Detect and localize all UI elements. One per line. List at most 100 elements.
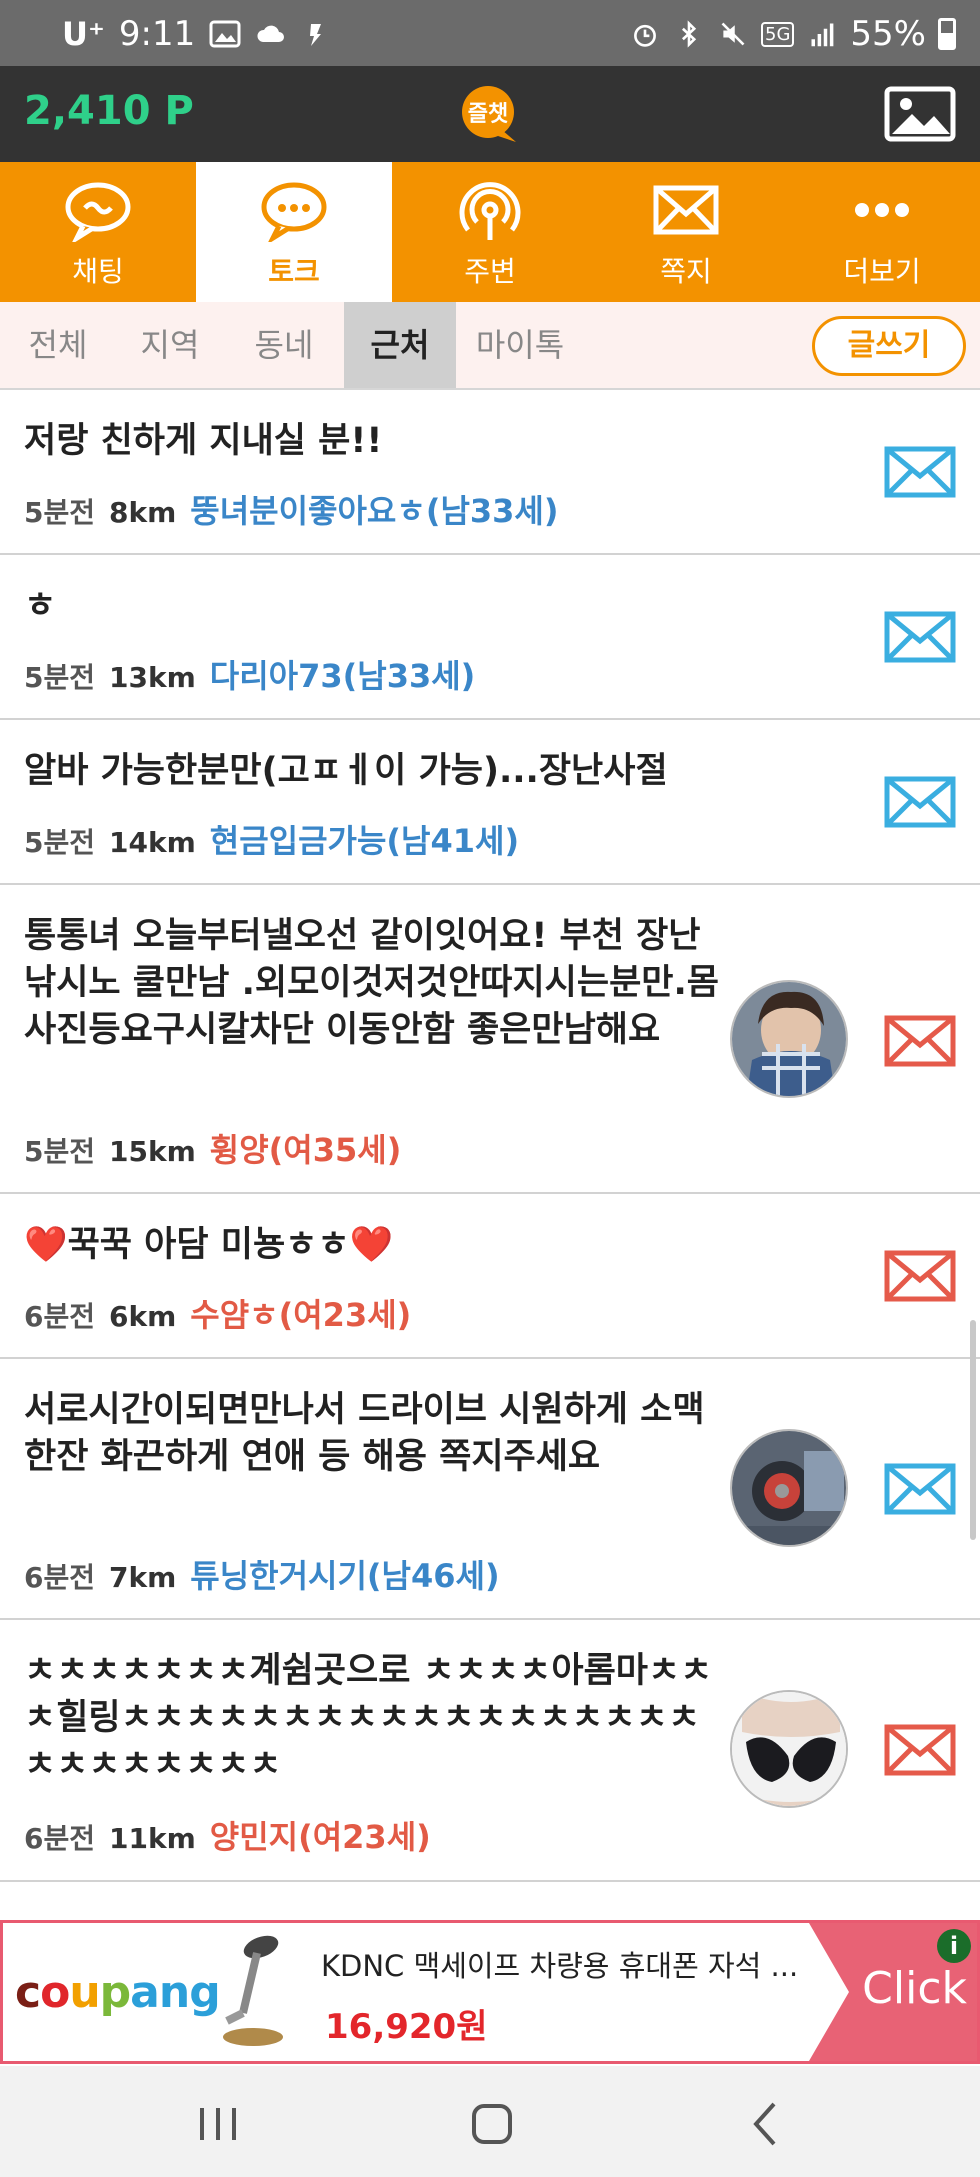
main-tab-bar: 채팅 토크 주변 쪽지 더보기: [0, 162, 980, 302]
subtab-all[interactable]: 전체: [6, 302, 110, 388]
post-distance: 14km: [109, 826, 196, 859]
post-meta: 6분전 6km 수얌ㅎ(여23세): [24, 1290, 411, 1336]
subtab-my-talk[interactable]: 마이톡: [464, 302, 576, 388]
tab-nearby[interactable]: 주변: [392, 162, 588, 302]
envelope-icon[interactable]: [884, 776, 956, 828]
subtab-nearby[interactable]: 근처: [344, 302, 456, 388]
ad-brand-logo: coupang: [15, 1967, 221, 2018]
broadcast-icon: [459, 182, 521, 240]
list-item[interactable]: 서로시간이되면만나서 드라이브 시원하게 소맥 한잔 화끈하게 연애 등 해용 …: [0, 1359, 980, 1620]
ad-price: 16,920원: [325, 2007, 488, 2047]
bluetooth-icon: [682, 20, 697, 48]
post-meta: 5분전 15km 휭양(여35세): [24, 1125, 401, 1171]
tab-talk-label: 토크: [268, 255, 320, 288]
status-bar: U⁺ 9:11 5G 55%: [0, 0, 980, 66]
post-title: 통통녀 오늘부터낼오선 같이잇어요! 부천 장난낚시노 쿨만남 .외모이것저것안…: [24, 916, 719, 1050]
envelope-icon: [653, 185, 719, 235]
avatar[interactable]: [730, 1429, 848, 1547]
post-meta: 5분전 8km 뚱녀분이좋아요ㅎ(남33세): [24, 486, 558, 532]
post-meta: 6분전 7km 튜닝한거시기(남46세): [24, 1551, 500, 1597]
scrollbar[interactable]: [970, 1320, 976, 1540]
post-title: 저랑 친하게 지내실 분!!: [24, 421, 383, 461]
home-icon[interactable]: [462, 2094, 522, 2154]
battery-percent: 55%: [850, 14, 926, 54]
post-time: 5분전: [24, 496, 96, 529]
post-nickname[interactable]: 뚱녀분이좋아요ㅎ(남33세): [190, 486, 558, 532]
envelope-icon[interactable]: [884, 446, 956, 498]
list-item[interactable]: ㅊㅊㅊㅊㅊㅊㅊ계쉼곳으로 ㅊㅊㅊㅊ아롬마ㅊㅊㅊ힐링ㅊㅊㅊㅊㅊㅊㅊㅊㅊㅊㅊㅊㅊㅊㅊ…: [0, 1620, 980, 1882]
app-logo: 즐챗: [462, 86, 516, 142]
tab-talk[interactable]: 토크: [196, 162, 392, 302]
list-item[interactable]: ❤️꾹꾹 아담 미뇽ㅎㅎ❤️ 6분전 6km 수얌ㅎ(여23세): [0, 1194, 980, 1359]
post-meta: 6분전 11km 양민지(여23세): [24, 1812, 431, 1858]
carrier-label: U⁺: [62, 15, 105, 53]
tab-chat[interactable]: 채팅: [0, 162, 196, 302]
svg-text:즐챗: 즐챗: [468, 102, 508, 127]
post-time: 5분전: [24, 826, 96, 859]
envelope-icon[interactable]: [884, 1724, 956, 1776]
envelope-icon[interactable]: [884, 611, 956, 663]
list-item[interactable]: 통통녀 오늘부터낼오선 같이잇어요! 부천 장난낚시노 쿨만남 .외모이것저것안…: [0, 885, 980, 1194]
post-nickname[interactable]: 휭양(여35세): [210, 1125, 402, 1171]
gallery-notification-icon: [209, 20, 241, 48]
battery-icon: [938, 18, 956, 50]
post-nickname[interactable]: 현금입금가능(남41세): [210, 816, 519, 862]
post-time: 5분전: [24, 661, 96, 694]
envelope-icon[interactable]: [884, 1015, 956, 1067]
clock: 9:11: [118, 14, 196, 54]
envelope-icon[interactable]: [884, 1250, 956, 1302]
talk-bubble-icon: [261, 182, 327, 242]
post-time: 5분전: [24, 1135, 96, 1168]
post-title: ❤️꾹꾹 아담 미뇽ㅎㅎ❤️: [24, 1225, 394, 1265]
chat-bubble-icon: [65, 182, 131, 242]
tab-chat-label: 채팅: [72, 255, 124, 288]
post-nickname[interactable]: 다리아73(남33세): [210, 651, 476, 697]
tab-more[interactable]: 더보기: [784, 162, 980, 302]
post-time: 6분전: [24, 1561, 96, 1594]
points-balance[interactable]: 2,410 P: [24, 88, 194, 134]
avatar[interactable]: [730, 1690, 848, 1808]
cloud-icon: [257, 25, 285, 42]
ad-brand-text: coupang: [15, 1967, 221, 2018]
mute-icon: [721, 22, 745, 46]
post-title: 서로시간이되면만나서 드라이브 시원하게 소맥 한잔 화끈하게 연애 등 해용 …: [24, 1390, 705, 1477]
list-item[interactable]: ㅎ 5분전 13km 다리아73(남33세): [0, 555, 980, 720]
post-nickname[interactable]: 튜닝한거시기(남46세): [190, 1551, 499, 1597]
subtab-region[interactable]: 지역: [118, 302, 222, 388]
info-icon[interactable]: i: [937, 1929, 971, 1963]
app-notification-icon: [310, 24, 322, 46]
back-icon[interactable]: [736, 2094, 796, 2154]
post-distance: 8km: [109, 496, 177, 529]
post-time: 6분전: [24, 1822, 96, 1855]
image-icon[interactable]: [884, 86, 956, 142]
recent-apps-icon[interactable]: [188, 2094, 248, 2154]
tab-nearby-label: 주변: [464, 255, 516, 288]
post-meta: 5분전 13km 다리아73(남33세): [24, 651, 475, 697]
post-nickname[interactable]: 양민지(여23세): [210, 1812, 431, 1858]
avatar[interactable]: [730, 980, 848, 1098]
ad-banner[interactable]: coupang KDNC 맥세이프 차량용 휴대폰 자석 ... 16,920원…: [0, 1920, 980, 2064]
post-distance: 15km: [109, 1135, 196, 1168]
subtab-neighborhood[interactable]: 동네: [232, 302, 336, 388]
sub-tab-bar: 전체 지역 동네 근처 마이톡 글쓰기: [0, 302, 980, 390]
product-image: [223, 1935, 283, 2046]
post-title: 알바 가능한분만(고ㅍㅔ이 가능)...장난사절: [24, 751, 668, 791]
list-item[interactable]: 저랑 친하게 지내실 분!! 5분전 8km 뚱녀분이좋아요ㅎ(남33세): [0, 390, 980, 555]
envelope-icon[interactable]: [884, 1463, 956, 1515]
post-time: 6분전: [24, 1300, 96, 1333]
tab-messages-label: 쪽지: [660, 255, 712, 288]
post-meta: 5분전 14km 현금입금가능(남41세): [24, 816, 519, 862]
more-dots-icon: [855, 203, 909, 217]
post-distance: 7km: [109, 1561, 177, 1594]
list-item[interactable]: 알바 가능한분만(고ㅍㅔ이 가능)...장난사절 5분전 14km 현금입금가능…: [0, 720, 980, 885]
app-header: 2,410 P 즐챗: [0, 66, 980, 162]
post-nickname[interactable]: 수얌ㅎ(여23세): [190, 1290, 411, 1336]
write-button[interactable]: 글쓰기: [812, 316, 966, 376]
alarm-icon: [634, 24, 656, 47]
tab-messages[interactable]: 쪽지: [588, 162, 784, 302]
post-distance: 11km: [109, 1822, 196, 1855]
ad-click-button[interactable]: Click: [862, 1963, 967, 2014]
tab-more-label: 더보기: [843, 255, 921, 288]
post-title: ㅊㅊㅊㅊㅊㅊㅊ계쉼곳으로 ㅊㅊㅊㅊ아롬마ㅊㅊㅊ힐링ㅊㅊㅊㅊㅊㅊㅊㅊㅊㅊㅊㅊㅊㅊㅊ…: [24, 1651, 713, 1785]
post-distance: 13km: [109, 661, 196, 694]
